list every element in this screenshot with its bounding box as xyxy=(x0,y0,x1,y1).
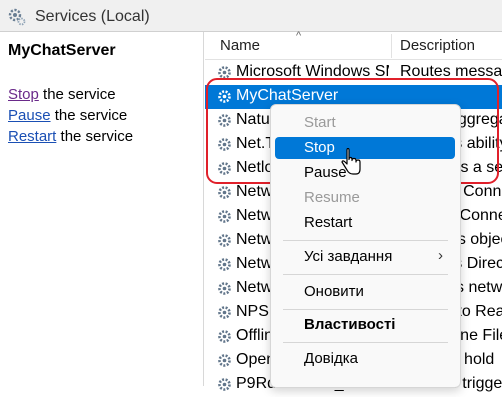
service-gear-icon xyxy=(218,114,231,127)
service-gear-icon xyxy=(218,258,231,271)
menu-separator xyxy=(283,342,448,343)
restart-action-text: the service xyxy=(56,128,134,145)
menu-item-label: Pause xyxy=(304,164,347,181)
menu-item-pause[interactable]: Pause xyxy=(275,162,455,184)
service-description: Routes messages xyxy=(400,63,502,80)
service-gear-icon xyxy=(218,378,231,391)
service-gear-icon xyxy=(218,186,231,199)
menu-separator xyxy=(283,309,448,310)
service-gear-icon xyxy=(218,66,231,79)
window-title: Services (Local) xyxy=(35,8,150,25)
stop-action: Stop the service xyxy=(8,86,116,103)
window-title-bar: Services (Local) xyxy=(0,0,502,32)
menu-item-label: Довідка xyxy=(304,350,358,367)
restart-service-link[interactable]: Restart xyxy=(8,128,56,145)
menu-item-label: Restart xyxy=(304,214,353,231)
menu-item-properties[interactable]: Властивості xyxy=(275,314,455,336)
service-gear-icon xyxy=(218,306,231,319)
menu-item-refresh[interactable]: Оновити xyxy=(275,281,455,303)
service-gear-icon xyxy=(218,90,231,103)
context-menu: Start Stop Pause Resume Restart Усі завд… xyxy=(270,104,461,388)
menu-item-label: Resume xyxy=(304,189,360,206)
menu-item-label: Усі завдання xyxy=(304,248,393,265)
menu-separator xyxy=(283,240,448,241)
menu-item-label: Оновити xyxy=(304,283,364,300)
service-gear-icon xyxy=(218,282,231,295)
sort-ascending-icon: ^ xyxy=(296,30,302,42)
menu-item-start: Start xyxy=(275,112,455,134)
services-gear-icon xyxy=(8,8,26,26)
menu-item-help[interactable]: Довідка xyxy=(275,348,455,370)
column-header-description[interactable]: Description xyxy=(400,37,475,54)
pause-service-link[interactable]: Pause xyxy=(8,107,51,124)
service-gear-icon xyxy=(218,210,231,223)
column-divider[interactable] xyxy=(391,34,392,58)
menu-item-stop[interactable]: Stop xyxy=(275,137,455,159)
menu-item-label: Start xyxy=(304,114,336,131)
services-list-header: Name Description xyxy=(205,32,502,60)
submenu-arrow-icon: › xyxy=(438,247,443,264)
menu-item-label: Stop xyxy=(304,139,335,156)
menu-separator xyxy=(283,274,448,275)
stop-action-text: the service xyxy=(38,86,116,103)
service-row[interactable]: Microsoft Windows SMS Router Service. Ro… xyxy=(205,61,502,85)
menu-item-resume: Resume xyxy=(275,187,455,209)
service-gear-icon xyxy=(218,234,231,247)
pause-action: Pause the service xyxy=(8,107,127,124)
service-gear-icon xyxy=(218,330,231,343)
service-gear-icon xyxy=(218,354,231,367)
service-detail-pane: MyChatServer Stop the service Pause the … xyxy=(0,32,204,386)
menu-item-all-tasks[interactable]: Усі завдання › xyxy=(275,246,455,268)
column-header-name[interactable]: Name xyxy=(220,37,260,54)
menu-item-label: Властивості xyxy=(304,316,396,333)
service-gear-icon xyxy=(218,162,231,175)
restart-action: Restart the service xyxy=(8,128,133,145)
pause-action-text: the service xyxy=(50,107,128,124)
service-gear-icon xyxy=(218,138,231,151)
service-name: MyChatServer xyxy=(236,87,339,104)
selected-service-name: MyChatServer xyxy=(8,42,116,59)
menu-item-restart[interactable]: Restart xyxy=(275,212,455,234)
service-name: Microsoft Windows SMS Router Service. xyxy=(236,63,389,80)
stop-service-link[interactable]: Stop xyxy=(8,86,39,103)
